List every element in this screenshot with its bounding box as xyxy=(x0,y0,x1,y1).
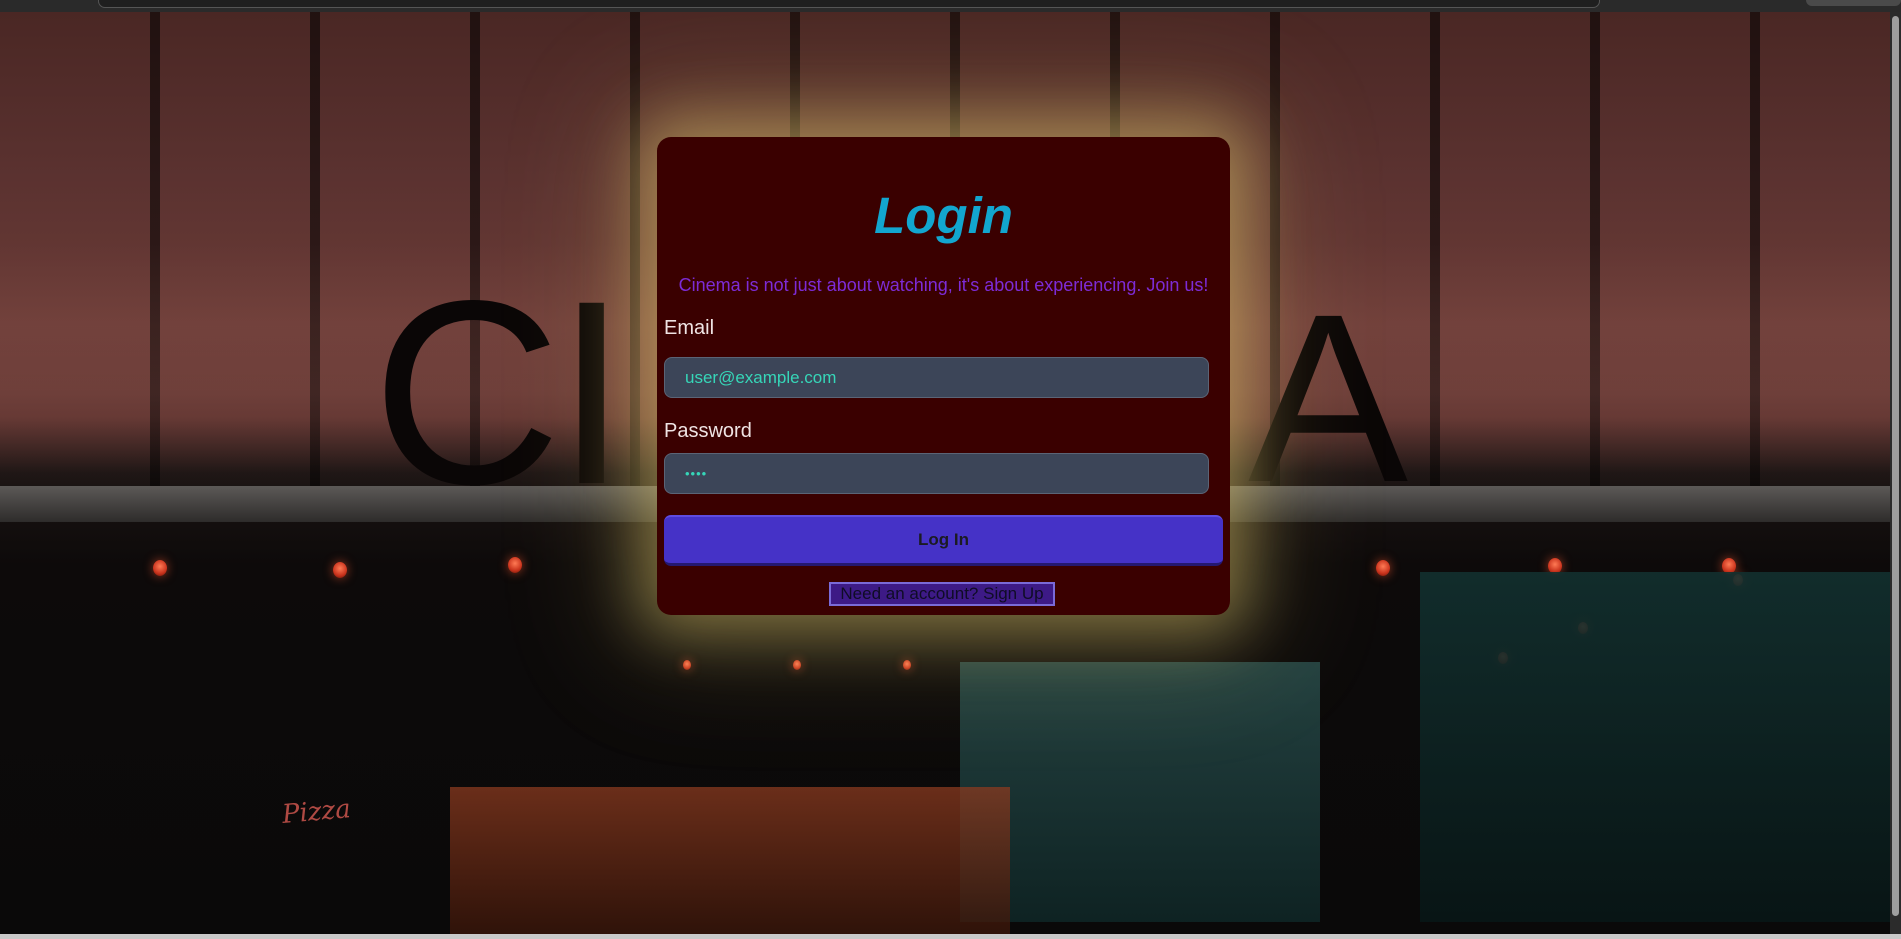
login-title: Login xyxy=(874,187,1013,244)
signup-link[interactable]: Need an account? Sign Up xyxy=(829,582,1055,606)
cinema-sign-letters-left: CI xyxy=(372,246,628,539)
light-bulb xyxy=(333,562,347,578)
background-counter xyxy=(450,787,1010,937)
window-bottom-edge xyxy=(0,934,1901,939)
login-button[interactable]: Log In xyxy=(664,515,1223,566)
background-teal-building xyxy=(960,662,1320,922)
light-bulb xyxy=(153,560,167,576)
login-card: Login Cinema is not just about watching,… xyxy=(657,137,1230,615)
email-field[interactable] xyxy=(664,357,1209,398)
light-bulb xyxy=(793,660,801,670)
cinema-sign-letter-right: A xyxy=(1248,264,1408,532)
password-field[interactable] xyxy=(664,453,1209,494)
light-bulb xyxy=(508,557,522,573)
login-tagline: Cinema is not just about watching, it's … xyxy=(678,275,1209,295)
email-label: Email xyxy=(664,317,715,339)
password-label: Password xyxy=(664,420,752,442)
browser-chrome xyxy=(0,0,1901,12)
window-controls xyxy=(1806,0,1901,6)
neon-sign: Pizza xyxy=(280,794,352,830)
light-bulb xyxy=(1376,560,1390,576)
page: CI A Pizza Login Cinema is not just abou… xyxy=(0,0,1901,939)
light-bulb xyxy=(683,660,691,670)
background-teal-structure xyxy=(1420,572,1890,922)
page-scrollbar[interactable] xyxy=(1890,12,1901,934)
scrollbar-thumb[interactable] xyxy=(1892,16,1899,916)
address-bar[interactable] xyxy=(98,0,1600,8)
light-bulb xyxy=(903,660,911,670)
